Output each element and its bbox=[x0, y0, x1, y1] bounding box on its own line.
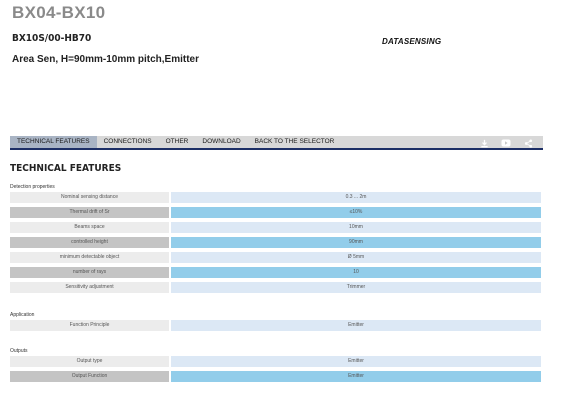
spec-value: Emitter bbox=[171, 371, 541, 382]
group-label-application: Application bbox=[10, 312, 35, 318]
table-row: Function Principle Emitter bbox=[10, 320, 541, 331]
section-heading: TECHNICAL FEATURES bbox=[10, 163, 122, 174]
spec-value: Emitter bbox=[171, 320, 541, 331]
table-row: Nominal sensing distance 0.3 ... 2m bbox=[10, 192, 541, 203]
product-description: Area Sen, H=90mm-10mm pitch,Emitter bbox=[12, 54, 200, 65]
table-row: number of rays 10 bbox=[10, 267, 541, 278]
spec-name: number of rays bbox=[10, 267, 169, 278]
spec-name: controlled height bbox=[10, 237, 169, 248]
spec-value: Trimmer bbox=[171, 282, 541, 293]
tab-download[interactable]: DOWNLOAD bbox=[195, 136, 247, 148]
table-row: Sensitivity adjustment Trimmer bbox=[10, 282, 541, 293]
share-icon[interactable] bbox=[523, 138, 533, 148]
tabbar-icons bbox=[479, 137, 533, 149]
spec-name: Output Function bbox=[10, 371, 169, 382]
spec-value: Emitter bbox=[171, 356, 541, 367]
brand-logo-subtext: a DATALOGIC company bbox=[412, 41, 436, 43]
spec-name: Beams space bbox=[10, 222, 169, 233]
spec-value: 0.3 ... 2m bbox=[171, 192, 541, 203]
table-row: Output type Emitter bbox=[10, 356, 541, 367]
table-row: minimum detectable object Ø 5mm bbox=[10, 252, 541, 263]
product-title: BX04-BX10 bbox=[12, 3, 106, 22]
spec-value: ≤10% bbox=[171, 207, 541, 218]
spec-name: Function Principle bbox=[10, 320, 169, 331]
spec-name: Sensitivity adjustment bbox=[10, 282, 169, 293]
tab-bar: TECHNICAL FEATURES CONNECTIONS OTHER DOW… bbox=[10, 136, 543, 150]
spec-name: Thermal drift of Sr bbox=[10, 207, 169, 218]
youtube-icon[interactable] bbox=[501, 138, 511, 148]
tab-technical-features[interactable]: TECHNICAL FEATURES bbox=[10, 136, 97, 148]
tab-back-to-selector[interactable]: BACK TO THE SELECTOR bbox=[248, 136, 342, 148]
group-label-detection: Detection properties bbox=[10, 184, 55, 190]
brand-logo: DATASENSING a DATALOGIC company bbox=[382, 31, 458, 46]
group-label-outputs: Outputs bbox=[10, 348, 28, 354]
spec-name: Nominal sensing distance bbox=[10, 192, 169, 203]
tab-connections[interactable]: CONNECTIONS bbox=[97, 136, 159, 148]
spec-name: Output type bbox=[10, 356, 169, 367]
table-row: Thermal drift of Sr ≤10% bbox=[10, 207, 541, 218]
spec-value: 90mm bbox=[171, 237, 541, 248]
tab-other[interactable]: OTHER bbox=[159, 136, 196, 148]
table-row: Beams space 10mm bbox=[10, 222, 541, 233]
table-row: controlled height 90mm bbox=[10, 237, 541, 248]
spec-name: minimum detectable object bbox=[10, 252, 169, 263]
download-icon[interactable] bbox=[479, 138, 489, 148]
spec-value: Ø 5mm bbox=[171, 252, 541, 263]
spec-value: 10mm bbox=[171, 222, 541, 233]
table-row: Output Function Emitter bbox=[10, 371, 541, 382]
spec-value: 10 bbox=[171, 267, 541, 278]
product-code: BX10S/00-HB70 bbox=[12, 33, 92, 44]
